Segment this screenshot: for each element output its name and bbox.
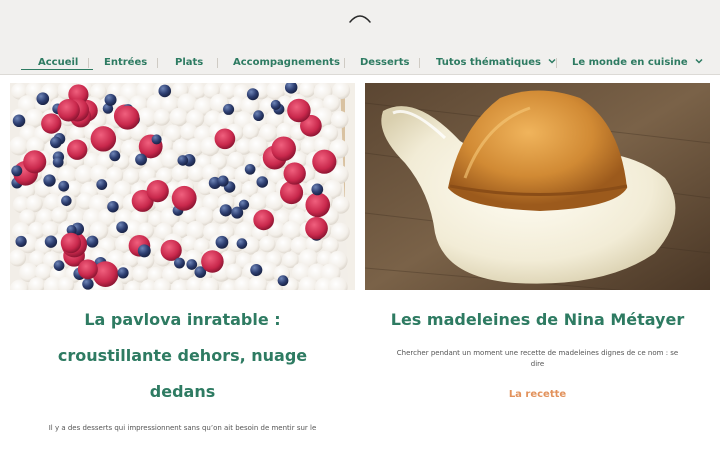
nav-item-desserts[interactable]: Desserts	[360, 52, 409, 74]
read-recipe-link[interactable]: La recette	[465, 389, 610, 400]
nav-item-tutos-thematiques[interactable]: Tutos thématiques	[436, 52, 557, 74]
nav-item-label: Desserts	[360, 57, 410, 68]
pavlova-photo	[10, 83, 355, 290]
nav-item-label: Plats	[175, 57, 204, 68]
post-title-line: croustillante dehors, nuage	[57, 346, 308, 365]
nav-item-label: Entrées	[104, 57, 148, 68]
post-title-line: La pavlova inratable :	[84, 310, 281, 329]
nav-item-accueil[interactable]: Accueil	[20, 52, 94, 74]
nav-item-label: Accompagnements	[233, 57, 340, 68]
nav-item-plats[interactable]: Plats	[175, 52, 203, 74]
nav-item-label: Le monde en cuisine	[572, 57, 688, 68]
madeleine-photo	[365, 83, 710, 290]
chevron-down-icon	[695, 58, 703, 64]
nav-item-le-monde-en-cuisine[interactable]: Le monde en cuisine	[572, 52, 703, 74]
nav-item-entrees[interactable]: Entrées	[104, 52, 147, 74]
nav-item-label: Accueil	[38, 57, 79, 68]
post-title[interactable]: La pavlova inratable : croustillante deh…	[45, 302, 320, 410]
post-excerpt-line: Chercher pendant un moment une recette d…	[396, 349, 679, 357]
nav-separator	[88, 58, 89, 68]
site-header	[0, 0, 720, 53]
post-image-madeleine[interactable]	[365, 83, 710, 290]
post-title-line: dedans	[149, 382, 216, 401]
nav-separator	[419, 58, 420, 68]
nav-item-label: Tutos thématiques	[436, 57, 541, 68]
nav-separator	[556, 58, 557, 68]
loading-spinner-icon	[349, 15, 371, 23]
post-title[interactable]: Les madeleines de Nina Métayer	[365, 302, 710, 338]
post-excerpt: Il y a des desserts qui impressionnent s…	[48, 424, 317, 432]
nav-separator	[217, 58, 218, 68]
post-image-pavlova[interactable]	[10, 83, 355, 290]
nav-item-accompagnements[interactable]: Accompagnements	[233, 52, 340, 74]
post-excerpt: Chercher pendant un moment une recette d…	[385, 348, 690, 370]
main-nav: Accueil Entrées Plats Accompagnements De…	[0, 52, 720, 75]
post-excerpt-line: dire	[530, 360, 545, 368]
nav-separator	[344, 58, 345, 68]
nav-separator	[157, 58, 158, 68]
